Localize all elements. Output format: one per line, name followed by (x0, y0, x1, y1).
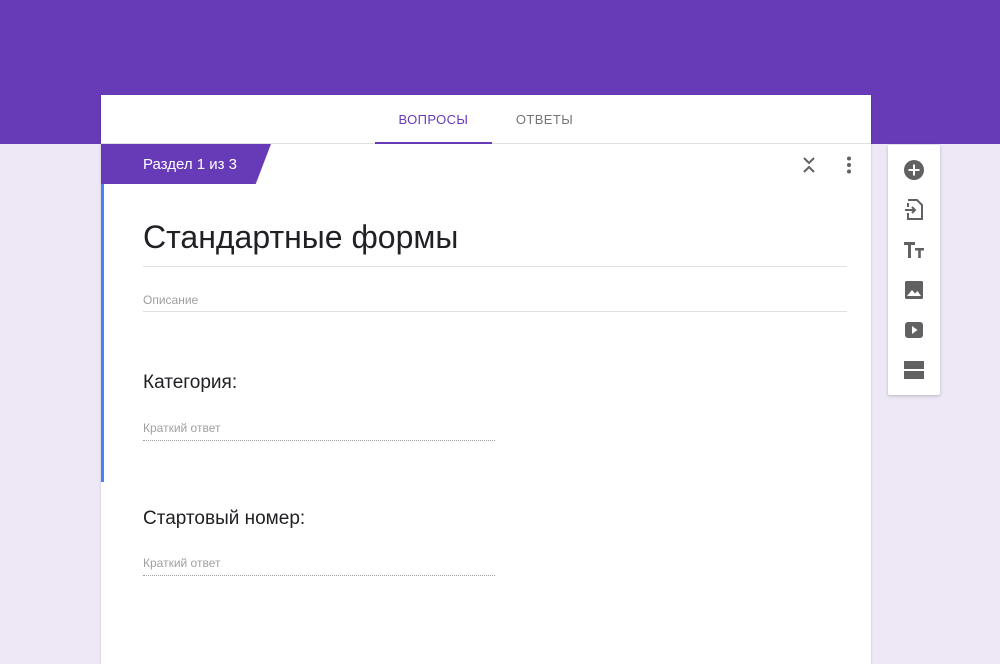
title-text-icon (904, 242, 924, 258)
add-image-button[interactable] (902, 278, 926, 302)
image-icon (905, 281, 923, 299)
import-questions-button[interactable] (902, 198, 926, 222)
collapse-section-button[interactable] (797, 153, 821, 177)
import-question-icon (905, 199, 923, 220)
section-label: Раздел 1 из 3 (101, 144, 271, 184)
form-card: ВОПРОСЫ ОТВЕТЫ Раздел 1 из 3 Стандартные… (101, 95, 871, 664)
active-section-indicator (101, 184, 104, 482)
short-answer-field: Краткий ответ (143, 556, 495, 576)
add-section-button[interactable] (902, 358, 926, 382)
tab-questions[interactable]: ВОПРОСЫ (374, 95, 492, 144)
more-vert-icon (847, 156, 851, 174)
form-title-input[interactable]: Стандартные формы (143, 215, 847, 267)
short-answer-field: Краткий ответ (143, 421, 495, 441)
add-video-button[interactable] (902, 318, 926, 342)
more-options-button[interactable] (837, 153, 861, 177)
add-circle-icon (904, 160, 924, 180)
add-title-button[interactable] (902, 238, 926, 262)
collapse-icon (803, 157, 815, 173)
add-question-button[interactable] (902, 158, 926, 182)
question-label[interactable]: Категория: (143, 372, 237, 394)
video-icon (905, 322, 923, 338)
form-description-input[interactable]: Описание (143, 285, 847, 312)
tab-responses[interactable]: ОТВЕТЫ (492, 95, 597, 143)
side-toolbar (888, 145, 940, 395)
question-label[interactable]: Стартовый номер: (143, 508, 305, 530)
section-icon (904, 361, 924, 379)
tab-bar: ВОПРОСЫ ОТВЕТЫ (101, 95, 871, 144)
